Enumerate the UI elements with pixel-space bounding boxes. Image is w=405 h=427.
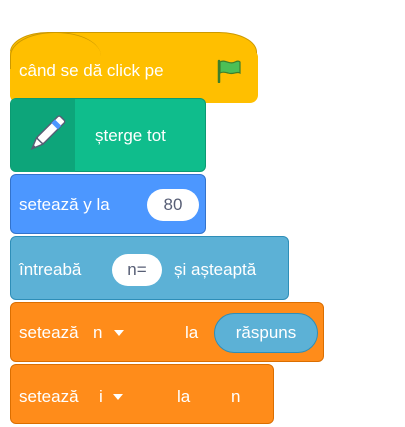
when-flag-clicked-block[interactable]: când se dă click pe [10, 32, 258, 103]
set-n-block[interactable]: setează n la răspuns [10, 302, 324, 362]
ask-label: întreabă [19, 260, 82, 279]
variable-i-label: i [99, 387, 103, 406]
set-y-label: setează y la [19, 195, 110, 214]
variable-n-label: n [93, 323, 103, 342]
green-flag-icon [216, 59, 242, 88]
set-i-block[interactable]: setează i la n [10, 364, 274, 424]
set-y-block[interactable]: setează y la 80 [10, 174, 206, 234]
to-label: la [185, 323, 199, 342]
pen-icon [23, 113, 67, 162]
erase-all-label: șterge tot [95, 126, 166, 145]
and-wait-label: și așteaptă [174, 260, 257, 279]
dropdown-arrow-icon [113, 394, 123, 400]
variable-n-dropdown[interactable]: n [93, 323, 133, 345]
when-flag-label: când se dă click pe [19, 61, 164, 80]
erase-all-block[interactable]: șterge tot [10, 98, 206, 172]
to-label: la [177, 387, 191, 406]
y-value-input[interactable]: 80 [147, 189, 199, 221]
value-n-input[interactable]: n [231, 387, 240, 407]
ask-and-wait-block[interactable]: întreabă n= și așteaptă [10, 236, 289, 300]
answer-reporter[interactable]: răspuns [214, 313, 318, 353]
set-i-label: setează [19, 387, 79, 406]
dropdown-arrow-icon [114, 330, 124, 336]
question-input[interactable]: n= [112, 254, 162, 286]
variable-i-dropdown[interactable]: i [99, 387, 133, 409]
set-n-label: setează [19, 323, 79, 342]
